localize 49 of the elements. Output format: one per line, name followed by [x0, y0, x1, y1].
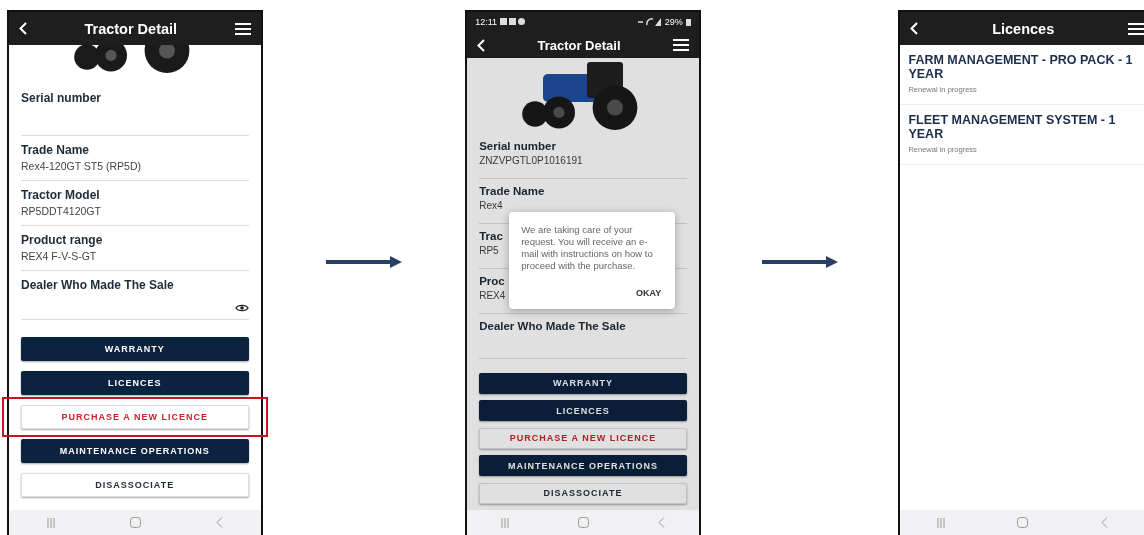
- field-value: ZNZVPGTL0P1016191: [479, 155, 583, 167]
- field-value: Rex4: [479, 200, 503, 212]
- field-value: RP5: [479, 245, 499, 257]
- field-label: Dealer Who Made The Sale: [479, 320, 626, 332]
- field-label: Dealer Who Made The Sale: [21, 278, 174, 292]
- recent-apps-icon[interactable]: [501, 517, 510, 528]
- dialog-message: We are taking care of your request. You will receive an e-mail with instructions on how to proceed with the purchase.: [521, 224, 654, 272]
- field-label: Product range: [21, 233, 103, 247]
- status-time: 12:11: [475, 17, 498, 27]
- licence-name: FLEET MANAGEMENT SYSTEM - 1 YEAR: [908, 113, 1117, 141]
- secondary-button[interactable]: DISASSOCIATE: [479, 482, 687, 504]
- battery-level: 29%: [664, 17, 683, 27]
- home-icon[interactable]: [578, 517, 589, 528]
- menu-icon[interactable]: [672, 39, 689, 51]
- secondary-button[interactable]: PURCHASE A NEW LICENCE: [21, 405, 249, 429]
- field-label: Trade Name: [479, 185, 545, 197]
- notification-icons: [500, 18, 527, 26]
- licence-name: FARM MANAGEMENT - PRO PACK - 1 YEAR: [908, 53, 1134, 81]
- field-label: Trac: [479, 230, 503, 242]
- field-label: Serial number: [479, 140, 556, 152]
- field-label: Trade Name: [21, 143, 90, 157]
- field-label: Tractor Model: [21, 188, 100, 202]
- primary-button[interactable]: WARRANTY: [479, 372, 687, 394]
- primary-button[interactable]: MAINTENANCE OPERATIONS: [479, 455, 687, 476]
- field-value: REX4: [479, 290, 506, 302]
- field-value: RP5DDT4120GT: [21, 205, 101, 217]
- home-icon[interactable]: [129, 517, 141, 528]
- field-value: Rex4-120GT ST5 (RP5D): [21, 160, 141, 172]
- primary-button[interactable]: MAINTENANCE OPERATIONS: [21, 439, 249, 463]
- okay-button[interactable]: OKAY: [634, 285, 664, 300]
- battery-icon: [685, 18, 691, 26]
- field-label: Serial number: [21, 91, 102, 105]
- eye-icon[interactable]: [234, 303, 249, 313]
- screen-title: Licences: [992, 20, 1055, 37]
- field-label: Proc: [479, 275, 505, 287]
- primary-button[interactable]: WARRANTY: [21, 337, 249, 361]
- signal-icons: [637, 18, 662, 26]
- primary-button[interactable]: LICENCES: [479, 400, 687, 421]
- home-icon[interactable]: [1017, 517, 1029, 528]
- menu-icon[interactable]: [1128, 22, 1144, 35]
- recent-apps-icon[interactable]: [936, 517, 945, 528]
- menu-icon[interactable]: [234, 22, 251, 35]
- screen-title: Tractor Detail: [537, 37, 621, 53]
- secondary-button[interactable]: DISASSOCIATE: [21, 473, 249, 497]
- primary-button[interactable]: LICENCES: [21, 371, 249, 395]
- secondary-button[interactable]: PURCHASE A NEW LICENCE: [479, 427, 687, 449]
- field-value: REX4 F-V-S-GT: [21, 250, 97, 262]
- screen-title: Tractor Detail: [84, 20, 178, 37]
- recent-apps-icon[interactable]: [46, 517, 55, 528]
